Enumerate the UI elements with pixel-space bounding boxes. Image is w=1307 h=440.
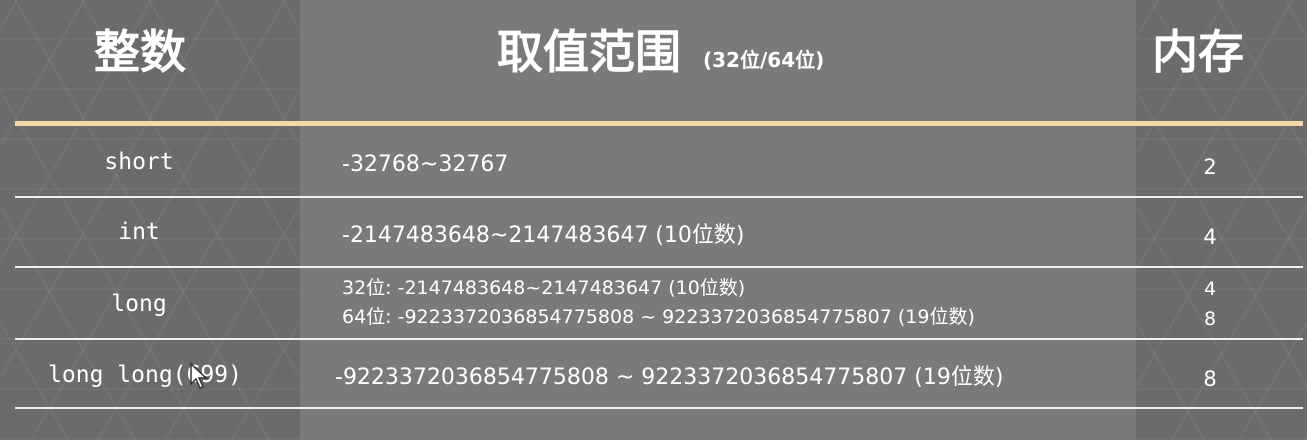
header-integer: 整数 [94,25,186,79]
range-long-32: 32位: -2147483648~2147483647 (10位数) [342,277,746,299]
mouse-pointer-icon [190,362,208,390]
memory-long-32: 4 [1203,278,1217,300]
header-range-note: (32位/64位) [703,48,825,72]
type-int: int [118,219,160,245]
type-long-long: long long(C99) [48,362,242,388]
type-short: short [104,149,174,175]
header-divider [15,121,1303,126]
memory-int: 4 [1203,225,1217,249]
header-memory: 内存 [1152,25,1244,79]
range-long-64: 64位: -9223372036854775808 ~ 922337203685… [342,306,975,328]
row-divider [15,407,1303,409]
header-range: 取值范围 [497,25,681,79]
memory-short: 2 [1203,155,1217,179]
range-short: -32768~32767 [342,152,509,177]
row-divider [15,266,1303,268]
row-divider [15,196,1303,198]
type-long: long [111,291,167,317]
range-int: -2147483648~2147483647 (10位数) [342,223,745,248]
row-divider [15,338,1303,340]
memory-long-64: 8 [1203,308,1217,330]
range-long-long: -9223372036854775808 ~ 92233720368547758… [335,365,1004,390]
memory-long-long: 8 [1203,367,1217,391]
